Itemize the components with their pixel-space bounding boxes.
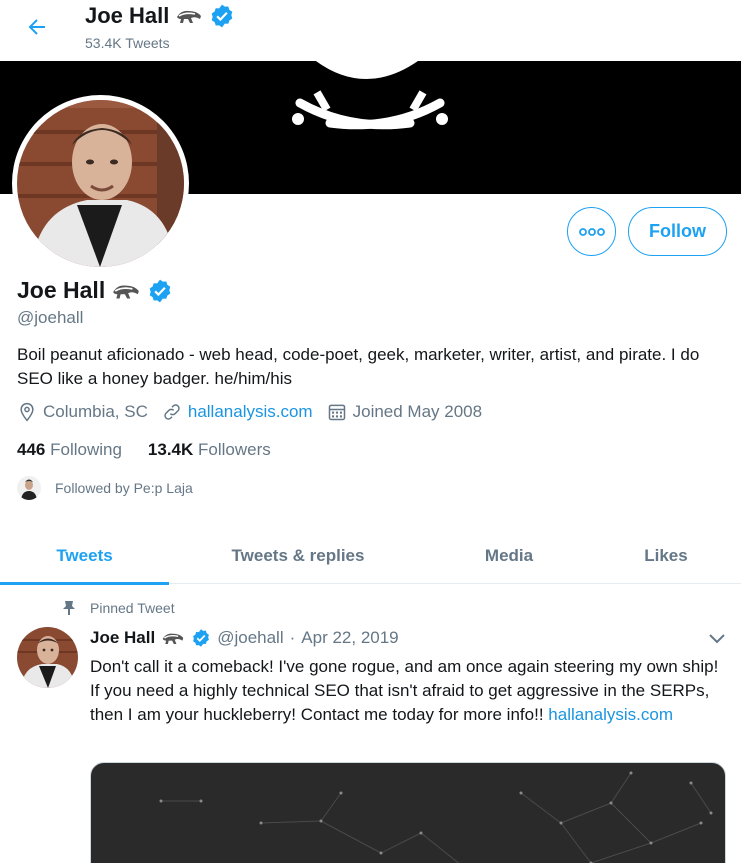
verified-badge-icon (193, 629, 210, 647)
tweet-header: Joe Hall @joehall · Apr 22, 2019 (90, 628, 399, 648)
followers-stat[interactable]: 13.4K Followers (148, 440, 271, 460)
pinned-tweet-label: Pinned Tweet (90, 600, 175, 616)
tab-media[interactable]: Media (427, 528, 591, 584)
location-item: Columbia, SC (17, 402, 148, 422)
header-tweet-count: 53.4K Tweets (85, 35, 170, 51)
pin-icon (63, 601, 75, 615)
tweet-author-avatar[interactable] (17, 627, 78, 688)
profile-stats: 446 Following 13.4K Followers (17, 440, 271, 460)
back-button[interactable] (22, 12, 52, 42)
profile-name-row: Joe Hall (17, 277, 173, 304)
tweet-author-name[interactable]: Joe Hall (90, 628, 155, 648)
header-name-row: Joe Hall (85, 3, 235, 29)
profile-photo (17, 100, 184, 267)
joined-text: Joined May 2008 (352, 402, 483, 421)
following-count: 446 (17, 440, 46, 459)
tab-likes[interactable]: Likes (591, 528, 741, 584)
follow-button[interactable]: Follow (628, 207, 727, 256)
calendar-icon (328, 404, 345, 421)
tweet-date[interactable]: Apr 22, 2019 (301, 628, 398, 648)
following-label: Following (50, 440, 122, 459)
followers-count: 13.4K (147, 440, 194, 459)
followers-label: Followers (198, 440, 271, 459)
tweet-body: Don't call it a comeback! I've gone rogu… (90, 655, 720, 727)
joined-item: Joined May 2008 (327, 402, 482, 422)
tweet-link[interactable]: hallanalysis.com (548, 705, 673, 724)
location-text: Columbia, SC (43, 402, 148, 421)
profile-handle: @joehall (17, 308, 84, 327)
follower-avatar (17, 476, 41, 500)
tweet-separator: · (289, 628, 296, 647)
more-dots-icon (578, 227, 605, 236)
tweet-options-button[interactable] (706, 628, 728, 650)
profile-header-bar: Joe Hall 53.4K Tweets (0, 0, 741, 61)
tab-tweets[interactable]: Tweets (0, 528, 169, 585)
tab-tweets-replies[interactable]: Tweets & replies (169, 528, 427, 584)
arrow-left-icon (28, 19, 45, 35)
chevron-down-icon (709, 634, 725, 644)
followed-by-text: Followed by Pe:p Laja (55, 480, 193, 496)
verified-badge-icon (149, 279, 171, 302)
profile-bio: Boil peanut aficionado - web head, code-… (17, 345, 700, 388)
link-icon (164, 404, 180, 420)
badger-emoji-icon (162, 633, 184, 644)
verified-badge-icon (212, 4, 233, 28)
following-stat[interactable]: 446 Following (17, 440, 122, 460)
profile-meta: Columbia, SC hallanalysis.com Joined May… (17, 402, 496, 422)
profile-avatar[interactable] (12, 95, 189, 272)
profile-name: Joe Hall (17, 277, 106, 303)
pinned-tweet-label-row: Pinned Tweet (62, 600, 175, 616)
tweet-media-card[interactable] (90, 762, 726, 863)
profile-tabs: Tweets Tweets & replies Media Likes (0, 528, 741, 585)
header-name: Joe Hall (85, 3, 170, 28)
website-item: hallanalysis.com (162, 402, 313, 422)
location-pin-icon (20, 402, 34, 422)
badger-emoji-icon (177, 10, 202, 23)
more-options-button[interactable] (567, 207, 616, 256)
website-link[interactable]: hallanalysis.com (188, 402, 313, 422)
followed-by-row[interactable]: Followed by Pe:p Laja (17, 476, 193, 500)
badger-emoji-icon (113, 285, 140, 298)
tweet-author-handle: @joehall (217, 628, 284, 647)
network-graphic-image (159, 771, 713, 863)
